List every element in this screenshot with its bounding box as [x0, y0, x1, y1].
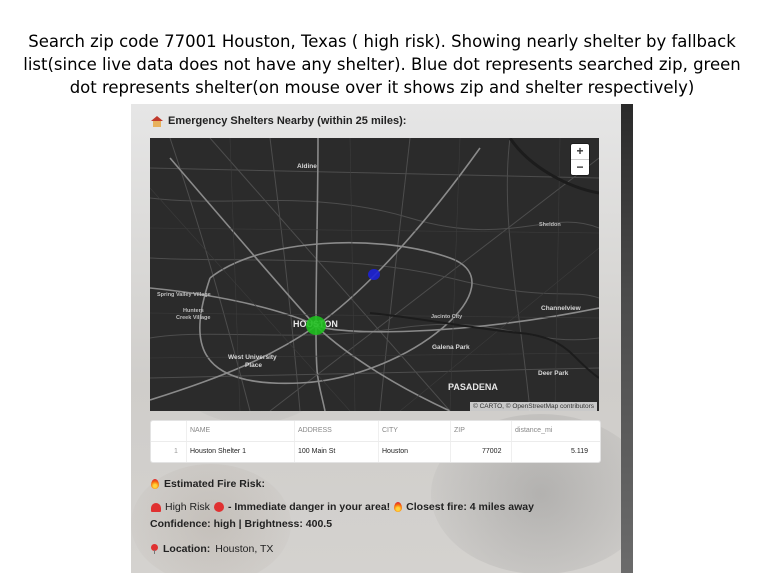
cell-zip[interactable]: 77002: [482, 442, 501, 462]
map-label-channelview: Channelview: [541, 305, 581, 312]
column-header-city[interactable]: CITY: [382, 421, 398, 441]
fire-icon: [151, 479, 159, 489]
map-attribution[interactable]: © CARTO, © OpenStreetMap contributors: [470, 402, 597, 411]
map-label-deer-park: Deer Park: [538, 370, 569, 377]
caption-line-1: Search zip code 77001 Houston, Texas ( h…: [28, 32, 736, 51]
fire-risk-status: High Risk - Immediate danger in your are…: [151, 501, 534, 513]
shelters-title: Emergency Shelters Nearby (within 25 mil…: [168, 115, 407, 127]
pin-icon: [151, 544, 158, 554]
map-label-west-university: Place: [245, 362, 262, 369]
caption: Search zip code 77001 Houston, Texas ( h…: [20, 30, 744, 99]
confidence-text: Confidence: high | Brightness: 400.5: [150, 518, 333, 530]
risk-message: - Immediate danger in your area!: [227, 501, 391, 513]
column-header-zip[interactable]: ZIP: [454, 421, 465, 441]
risk-level: High Risk: [165, 501, 210, 513]
fire-risk-title: Estimated Fire Risk:: [164, 478, 265, 490]
searched-zip-marker[interactable]: [368, 269, 380, 280]
location-label: Location:: [163, 543, 211, 555]
cell-city[interactable]: Houston: [382, 442, 408, 462]
column-header-distance[interactable]: distance_mi: [515, 421, 552, 441]
alarm-icon: [151, 502, 161, 512]
table-row[interactable]: 1 Houston Shelter 1 100 Main St Houston …: [151, 441, 600, 462]
closest-fire: Closest fire: 4 miles away: [406, 501, 534, 513]
fire-risk-heading: Estimated Fire Risk:: [151, 478, 265, 490]
zoom-control: + −: [571, 144, 589, 175]
zoom-out-button[interactable]: −: [571, 159, 589, 175]
column-header-address[interactable]: ADDRESS: [298, 421, 332, 441]
red-circle-icon: [213, 502, 224, 512]
cell-distance[interactable]: 5.119: [571, 442, 588, 462]
location-value: Houston, TX: [215, 543, 274, 555]
map-label-hunters-creek: Hunters: [183, 308, 204, 314]
shelter-table: NAME ADDRESS CITY ZIP distance_mi 1 Hous…: [150, 420, 601, 463]
column-header-name[interactable]: NAME: [190, 421, 210, 441]
map-label-spring-valley: Spring Valley Village: [157, 292, 211, 298]
zoom-in-button[interactable]: +: [571, 144, 589, 159]
table-header-row: NAME ADDRESS CITY ZIP distance_mi: [151, 421, 600, 441]
cell-address[interactable]: 100 Main St: [298, 442, 335, 462]
cell-name[interactable]: Houston Shelter 1: [190, 442, 246, 462]
map-label-west-university: West University: [228, 354, 277, 361]
caption-line-3: dot represents shelter(on mouse over it …: [69, 78, 695, 97]
app-screenshot: Emergency Shelters Nearby (within 25 mil…: [131, 104, 633, 573]
house-icon: [151, 115, 163, 127]
location: Location: Houston, TX: [151, 543, 273, 555]
fire-icon: [394, 502, 403, 512]
caption-line-2: list(since live data does not have any s…: [23, 55, 741, 74]
shelter-marker[interactable]: [306, 316, 326, 335]
shelter-map[interactable]: Aldine Sheldon Spring Valley Village Hun…: [150, 138, 599, 411]
shelters-heading: Emergency Shelters Nearby (within 25 mil…: [151, 115, 406, 127]
map-label-galena-park: Galena Park: [432, 344, 470, 351]
window-edge: [621, 104, 633, 573]
map-label-aldine: Aldine: [297, 163, 317, 170]
map-label-pasadena: PASADENA: [448, 382, 498, 392]
map-label-sheldon: Sheldon: [539, 222, 561, 228]
row-index: 1: [174, 448, 178, 455]
map-label-hunters-creek: Creek Village: [176, 315, 211, 321]
map-label-jacinto-city: Jacinto City: [431, 314, 463, 320]
